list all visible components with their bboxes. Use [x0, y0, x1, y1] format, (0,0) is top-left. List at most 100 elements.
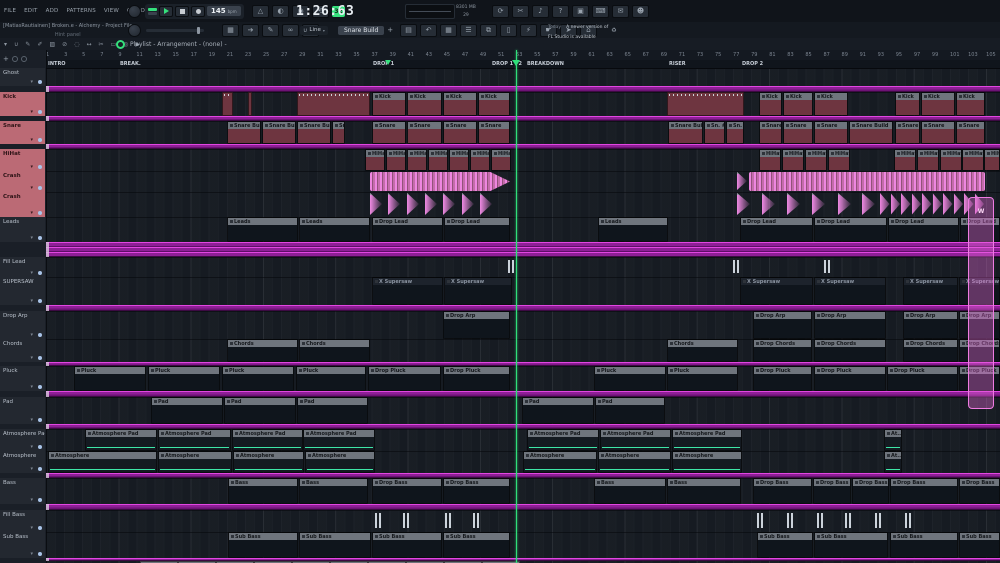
track-group-icon[interactable]	[20, 56, 27, 62]
clip-hihat[interactable]: HiHat	[917, 149, 939, 171]
track-mute-dot[interactable]	[38, 165, 42, 169]
clip-drop-chords[interactable]: Drop Chords	[903, 339, 958, 362]
record-button[interactable]	[191, 5, 205, 17]
timeline-bar-43[interactable]: 43	[426, 52, 432, 58]
clip-hihat[interactable]: HiHat	[940, 149, 962, 171]
clip-bass[interactable]: Bass	[228, 478, 298, 504]
clip-pluck[interactable]: Pluck	[148, 366, 220, 391]
clip-x-supersaw[interactable]: X Supersaw	[740, 277, 813, 305]
clip-drop-pluck[interactable]: Drop Pluck	[887, 366, 958, 391]
timeline-bar-81[interactable]: 81	[769, 52, 775, 58]
automation-tick[interactable]	[375, 513, 377, 528]
clip-atmosphere-pad[interactable]: Atmosphere Pad	[85, 429, 157, 451]
clip-snare[interactable]: Snare	[956, 121, 985, 144]
draw-icon[interactable]: ✎	[262, 23, 279, 37]
chevron-down-icon[interactable]: ▾	[30, 417, 33, 423]
clip-pad[interactable]: Pad	[224, 397, 296, 424]
timeline-bar-51[interactable]: 51	[498, 52, 504, 58]
timeline-bar-63[interactable]: 63	[606, 52, 612, 58]
clip-drop-pluck[interactable]: Drop Pluck	[814, 366, 886, 391]
clip-atmosphere[interactable]: Atmosphere	[233, 451, 304, 473]
track-mute-dot[interactable]	[38, 526, 42, 530]
automation-tick[interactable]	[905, 513, 907, 528]
track-header-fill-lead[interactable]: Fill Lead ▾	[0, 257, 45, 277]
clip-snare-build[interactable]: Snare Build	[227, 121, 261, 144]
clip-bass[interactable]: Bass	[594, 478, 666, 504]
automation-clip-strip[interactable]	[46, 242, 1000, 257]
clip-snare-build[interactable]: Snare Build	[262, 121, 296, 144]
master-pitch-knob[interactable]	[128, 23, 141, 37]
automation-tick[interactable]	[817, 513, 819, 528]
clip-drop-lead[interactable]: Drop Lead	[740, 217, 813, 242]
timeline-bar-25[interactable]: 25	[263, 52, 269, 58]
automation-tick[interactable]	[449, 513, 451, 528]
chevron-down-icon[interactable]: ▾	[30, 466, 33, 472]
timeline-bar-21[interactable]: 21	[227, 52, 233, 58]
chevron-down-icon[interactable]: ▾	[30, 137, 33, 143]
automation-tick[interactable]	[845, 513, 847, 528]
timeline-bar-15[interactable]: 15	[173, 52, 179, 58]
tempo-display[interactable]: 145 bpm	[207, 6, 241, 16]
timeline-bar-5[interactable]: 5	[82, 52, 85, 58]
automation-tick[interactable]	[909, 513, 911, 528]
time-display[interactable]: 1:26:63	[296, 4, 354, 19]
clip-sn-2[interactable]: Sn. #2	[704, 121, 725, 144]
timeline-bar-85[interactable]: 85	[805, 52, 811, 58]
automation-tick[interactable]	[445, 513, 447, 528]
clip-snare[interactable]: Snare	[407, 121, 442, 144]
clip-sub-bass[interactable]: Sub Bass	[890, 532, 958, 558]
track-header-crash[interactable]: Crash ▾	[0, 171, 45, 192]
clip-snare[interactable]: Snare	[921, 121, 955, 144]
clip-snare[interactable]: Snare	[895, 121, 920, 144]
clip-hihat[interactable]: HiHat	[759, 149, 781, 171]
automation-tick[interactable]	[737, 260, 739, 273]
timeline-bar-83[interactable]: 83	[787, 52, 793, 58]
update-notification[interactable]: Today A newer version of FL Studio is av…	[548, 22, 621, 41]
undo-icon[interactable]: ↶	[420, 23, 437, 37]
automation-tick[interactable]	[824, 260, 826, 273]
stop-button[interactable]	[175, 5, 189, 17]
marker-drop-2[interactable]: DROP 2	[742, 61, 763, 67]
track-header-atmosphere[interactable]: Atmosphere ▾	[0, 451, 45, 473]
clip-atmosphere[interactable]: Atmosphere	[158, 451, 232, 473]
browser-icon[interactable]: ▯	[500, 23, 517, 37]
clip-drop-bass[interactable]: Drop Bass	[852, 478, 889, 504]
clip-kick[interactable]: Kick	[956, 92, 985, 116]
clip-pluck[interactable]: Pluck	[296, 366, 366, 391]
playhead-flag-icon[interactable]	[512, 60, 520, 66]
mic-icon[interactable]: ♪	[532, 4, 549, 18]
timeline-bar-95[interactable]: 95	[896, 52, 902, 58]
clip-sub-bass[interactable]: Sub Bass	[757, 532, 813, 558]
clip-leads[interactable]: Leads	[299, 217, 370, 242]
chevron-down-icon[interactable]: ▾	[30, 497, 33, 503]
clip-at-d[interactable]: At..d	[884, 429, 902, 451]
track-mute-dot[interactable]	[38, 110, 42, 114]
clip-pluck[interactable]: Pluck	[74, 366, 146, 391]
clip-hihat[interactable]: HiHat	[407, 149, 427, 171]
timeline-bar-9[interactable]: 9	[118, 52, 121, 58]
track-mute-dot[interactable]	[38, 236, 42, 240]
clip-bass[interactable]: Bass	[299, 478, 368, 504]
menu-item-view[interactable]: VIEW	[104, 8, 119, 14]
clip-sub-bass[interactable]: Sub Bass	[814, 532, 888, 558]
clipboard-icon[interactable]: ▤	[400, 23, 417, 37]
clip-pad[interactable]: Pad	[522, 397, 594, 424]
timeline-bar-77[interactable]: 77	[733, 52, 739, 58]
clip-drop-lead[interactable]: Drop Lead	[814, 217, 887, 242]
clip-atmosphere[interactable]: Atmosphere	[672, 451, 742, 473]
timeline-bar-35[interactable]: 35	[353, 52, 359, 58]
clip-sub-bass[interactable]: Sub Bass	[959, 532, 1000, 558]
clip-sn-1[interactable]: Sn. #1	[332, 121, 345, 144]
delete-icon[interactable]: ⊘	[62, 41, 67, 48]
timeline-bar-49[interactable]: 49	[480, 52, 486, 58]
clip-chords[interactable]: Chords	[299, 339, 370, 362]
sync-icon[interactable]: ⟳	[492, 4, 509, 18]
timeline-bar-93[interactable]: 93	[878, 52, 884, 58]
chevron-down-icon[interactable]: ▾	[30, 235, 33, 241]
clip-pad[interactable]: Pad	[297, 397, 368, 424]
automation-tick[interactable]	[403, 513, 405, 528]
routing-icon[interactable]: ⧉	[480, 23, 497, 37]
automation-tick[interactable]	[508, 260, 510, 273]
automation-tick[interactable]	[757, 513, 759, 528]
slider-thumb[interactable]	[197, 26, 200, 34]
